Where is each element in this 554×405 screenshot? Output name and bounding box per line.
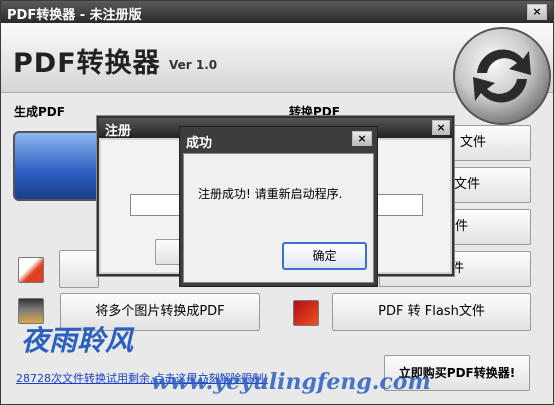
success-close-button[interactable]: × <box>352 131 372 146</box>
watermark-url: www.yeyulingfeng.com <box>151 369 431 395</box>
window-close-button[interactable]: × <box>527 4 547 20</box>
success-dialog-body: 注册成功! 请重新启动程序. 确定 <box>183 153 374 283</box>
app-version: Ver 1.0 <box>169 58 218 72</box>
flash-icon <box>293 300 319 326</box>
register-dialog-title: 注册 <box>105 124 132 139</box>
register-name-input[interactable] <box>130 194 182 216</box>
close-icon: × <box>532 5 542 18</box>
close-icon: × <box>436 121 446 134</box>
register-close-button[interactable]: × <box>432 120 450 135</box>
register-code-input[interactable] <box>375 194 423 216</box>
pdf-doc-icon <box>18 257 44 283</box>
app-header: PDF转换器 Ver 1.0 <box>1 23 553 125</box>
watermark-chinese: 夜雨聆风 <box>21 324 134 357</box>
success-message: 注册成功! 请重新启动程序. <box>198 187 343 201</box>
success-dialog-title: 成功 <box>186 136 213 151</box>
create-pdf-button-1[interactable] <box>59 250 99 288</box>
title-bar[interactable]: PDF转换器 - 未注册版 × <box>1 1 553 23</box>
app-brand: PDF转换器 <box>13 48 161 79</box>
section-label-create-pdf: 生成PDF <box>14 105 65 119</box>
refresh-logo-icon <box>453 27 551 125</box>
close-icon: × <box>357 132 367 145</box>
success-dialog: 成功 × 注册成功! 请重新启动程序. 确定 <box>179 126 378 287</box>
success-ok-button[interactable]: 确定 <box>282 242 367 270</box>
window-title: PDF转换器 - 未注册版 <box>7 8 142 23</box>
pdf-to-flash-button[interactable]: PDF 转 Flash文件 <box>332 293 531 331</box>
printer-pdf-icon <box>13 131 103 201</box>
